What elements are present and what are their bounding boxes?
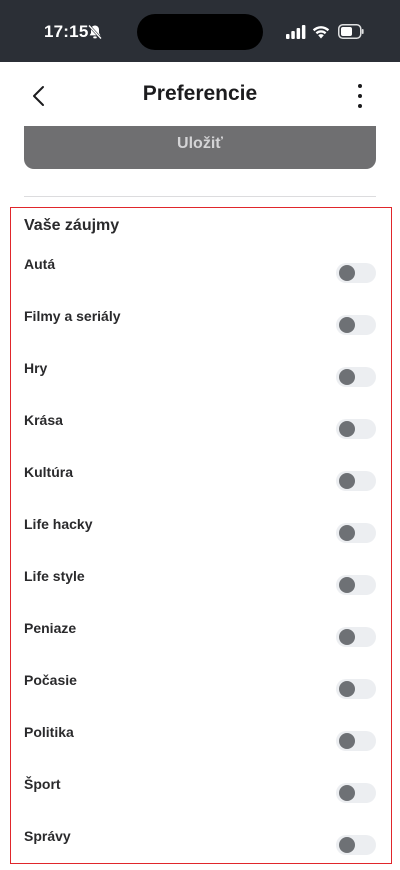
interest-row-filmy-a-serialy: Filmy a seriály: [11, 308, 391, 360]
interest-toggle-pocasie[interactable]: [336, 679, 376, 699]
interest-toggle-krasa[interactable]: [336, 419, 376, 439]
divider: [24, 196, 376, 197]
interest-toggle-life-style[interactable]: [336, 575, 376, 595]
status-bar: 17:15: [0, 0, 400, 62]
battery-icon: [338, 24, 364, 39]
save-button[interactable]: Uložiť: [24, 126, 376, 169]
interest-row-sport: Šport: [11, 776, 391, 828]
toggle-knob: [339, 681, 355, 697]
toggle-knob: [339, 733, 355, 749]
interest-row-kultura: Kultúra: [11, 464, 391, 516]
toggle-knob: [339, 785, 355, 801]
interest-row-krasa: Krása: [11, 412, 391, 464]
interest-label: Krása: [24, 412, 63, 428]
interest-label: Peniaze: [24, 620, 77, 636]
toggle-knob: [339, 473, 355, 489]
signal-icon: [286, 25, 306, 39]
interest-label: Politika: [24, 724, 74, 740]
interest-toggle-politika[interactable]: [336, 731, 376, 751]
toggle-knob: [339, 837, 355, 853]
interest-row-life-style: Life style: [11, 568, 391, 620]
interest-toggle-spravy[interactable]: [336, 835, 376, 855]
interest-toggle-life-hacky[interactable]: [336, 523, 376, 543]
interests-section: Vaše záujmy Autá Filmy a seriály Hry Krá…: [10, 207, 392, 864]
toggle-knob: [339, 317, 355, 333]
interest-label: Life style: [24, 568, 85, 584]
interest-row-peniaze: Peniaze: [11, 620, 391, 672]
interest-label: Kultúra: [24, 464, 73, 480]
interest-label: Hry: [24, 360, 48, 376]
interest-label: Filmy a seriály: [24, 308, 121, 324]
toggle-knob: [339, 577, 355, 593]
interest-label: Life hacky: [24, 516, 93, 532]
interest-row-life-hacky: Life hacky: [11, 516, 391, 568]
toggle-knob: [339, 421, 355, 437]
wifi-icon: [312, 26, 330, 39]
section-title: Vaše záujmy: [24, 217, 120, 234]
interest-label: Autá: [24, 256, 56, 272]
dynamic-island: [137, 14, 263, 50]
interest-label: Šport: [24, 776, 61, 792]
interest-toggle-filmy-a-serialy[interactable]: [336, 315, 376, 335]
toggle-knob: [339, 265, 355, 281]
toggle-knob: [339, 525, 355, 541]
status-time: 17:15: [44, 22, 89, 41]
interest-row-pocasie: Počasie: [11, 672, 391, 724]
more-options-button[interactable]: [350, 82, 370, 110]
bell-off-icon: [88, 24, 102, 40]
interest-row-hry: Hry: [11, 360, 391, 412]
interest-toggle-kultura[interactable]: [336, 471, 376, 491]
interest-row-auta: Autá: [11, 256, 391, 308]
interest-label: Správy: [24, 828, 71, 844]
interest-label: Počasie: [24, 672, 77, 688]
interest-toggle-hry[interactable]: [336, 367, 376, 387]
interest-row-spravy: Správy: [11, 828, 391, 870]
save-button-label: Uložiť: [177, 134, 223, 152]
app-header: Preferencie: [0, 62, 400, 126]
toggle-knob: [339, 369, 355, 385]
interest-toggle-auta[interactable]: [336, 263, 376, 283]
interest-toggle-peniaze[interactable]: [336, 627, 376, 647]
page-title: Preferencie: [142, 82, 258, 105]
interest-row-politika: Politika: [11, 724, 391, 776]
toggle-knob: [339, 629, 355, 645]
interest-toggle-sport[interactable]: [336, 783, 376, 803]
